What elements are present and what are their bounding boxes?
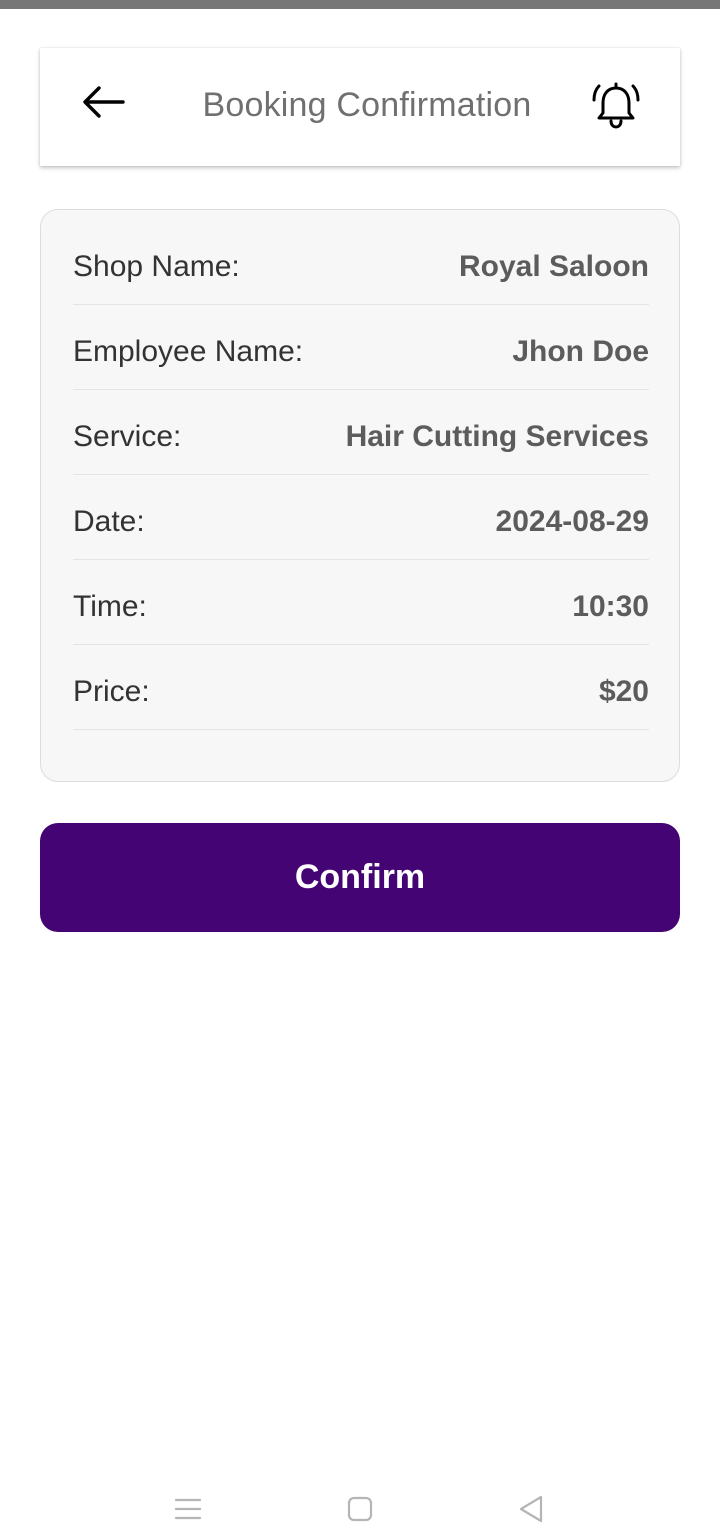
- price-label: Price:: [73, 675, 150, 708]
- menu-icon: [174, 1498, 202, 1520]
- shop-name-label: Shop Name:: [73, 250, 240, 283]
- detail-row-employee-name: Employee Name: Jhon Doe: [73, 305, 649, 390]
- status-bar: [0, 0, 720, 9]
- page-title: Booking Confirmation: [202, 86, 532, 124]
- confirm-button[interactable]: Confirm: [40, 823, 680, 932]
- detail-row-shop-name: Shop Name: Royal Saloon: [73, 220, 649, 305]
- bell-icon: [592, 82, 640, 129]
- service-label: Service:: [73, 420, 182, 453]
- recent-apps-button[interactable]: [163, 1492, 213, 1526]
- system-back-button[interactable]: [506, 1492, 556, 1526]
- employee-name-value: Jhon Doe: [512, 335, 649, 368]
- date-label: Date:: [73, 505, 145, 538]
- time-value: 10:30: [572, 590, 649, 623]
- booking-details-card: Shop Name: Royal Saloon Employee Name: J…: [40, 209, 680, 782]
- detail-row-date: Date: 2024-08-29: [73, 475, 649, 560]
- detail-row-time: Time: 10:30: [73, 560, 649, 645]
- detail-row-price: Price: $20: [73, 645, 649, 730]
- time-label: Time:: [73, 590, 147, 623]
- employee-name-label: Employee Name:: [73, 335, 304, 368]
- detail-row-service: Service: Hair Cutting Services: [73, 390, 649, 475]
- shop-name-value: Royal Saloon: [458, 250, 649, 283]
- app-header: Booking Confirmation: [40, 48, 680, 166]
- home-button[interactable]: [335, 1492, 385, 1526]
- back-triangle-icon: [519, 1495, 543, 1523]
- system-nav-bar: [0, 1480, 720, 1539]
- date-value: 2024-08-29: [495, 505, 649, 538]
- service-value: Hair Cutting Services: [345, 420, 649, 453]
- notification-button[interactable]: [588, 78, 644, 134]
- price-value: $20: [598, 675, 649, 708]
- home-icon: [347, 1496, 373, 1522]
